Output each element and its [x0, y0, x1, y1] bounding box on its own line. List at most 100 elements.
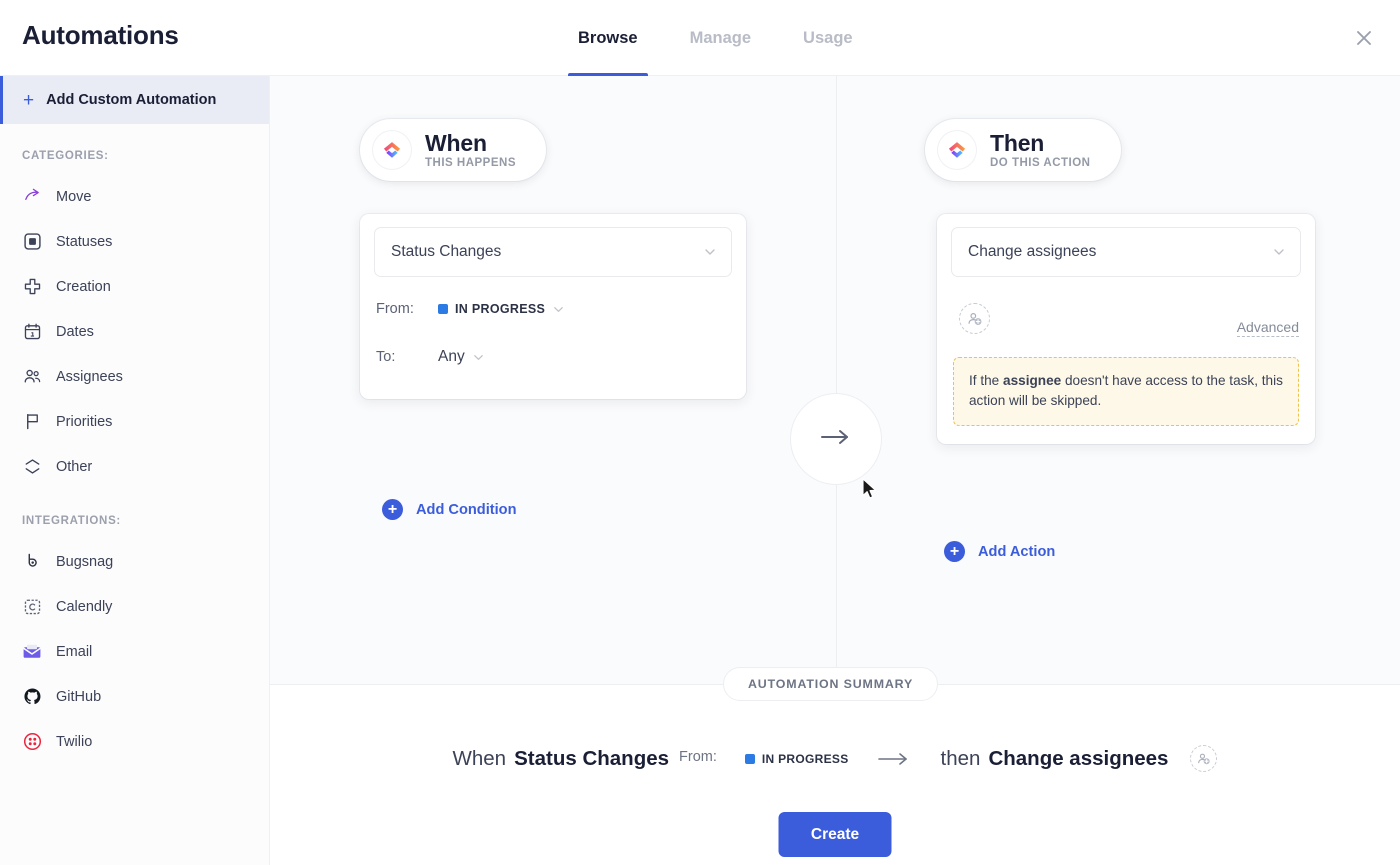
summary-status: IN PROGRESS: [744, 751, 849, 766]
sidebar-item-other-label: Other: [56, 458, 93, 475]
trigger-select-value: Status Changes: [391, 243, 502, 260]
trigger-card: Status Changes From: IN PROGRESS To: Any: [360, 214, 746, 399]
calendar-icon: [22, 322, 42, 342]
chevron-down-icon: [1272, 245, 1286, 259]
assignee-row: Advanced: [953, 285, 1299, 341]
sidebar-item-github[interactable]: GitHub: [0, 674, 269, 719]
sidebar-item-email-label: Email: [56, 643, 93, 660]
summary-sentence: When Status Changes From: IN PROGRESS th…: [270, 745, 1400, 772]
tab-manage-label: Manage: [689, 28, 752, 47]
action-select[interactable]: Change assignees: [951, 227, 1301, 277]
to-status-picker[interactable]: Any: [438, 348, 485, 366]
when-column-header: When THIS HAPPENS: [360, 119, 546, 181]
action-select-value: Change assignees: [968, 243, 1097, 260]
sidebar-item-bugsnag[interactable]: Bugsnag: [0, 539, 269, 584]
from-label: From:: [376, 301, 414, 317]
summary-then-word: then: [940, 746, 981, 770]
sidebar-item-add-custom-automation[interactable]: + Add Custom Automation: [0, 76, 269, 124]
tab-usage[interactable]: Usage: [777, 0, 879, 76]
assignee-access-warning: If the assignee doesn't have access to t…: [953, 357, 1299, 426]
automation-summary-bar: When Status Changes From: IN PROGRESS th…: [270, 685, 1400, 865]
sidebar-item-assignees[interactable]: Assignees: [0, 354, 269, 399]
then-subtitle: DO THIS ACTION: [990, 157, 1091, 170]
plus-icon: +: [23, 89, 35, 111]
status-color-swatch: [438, 304, 448, 314]
status-square-icon: [22, 232, 42, 252]
condition-row-to: To: Any: [376, 333, 730, 381]
sidebar-item-priorities-label: Priorities: [56, 413, 113, 430]
modal-body: + Add Custom Automation CATEGORIES: Move: [0, 76, 1400, 865]
github-icon: [22, 687, 42, 707]
sidebar-item-move[interactable]: Move: [0, 174, 269, 219]
integrations-section-label: INTEGRATIONS:: [22, 515, 121, 527]
then-column-header: Then DO THIS ACTION: [925, 119, 1121, 181]
then-title: Then: [990, 129, 1045, 156]
from-status-picker[interactable]: IN PROGRESS: [438, 302, 565, 316]
sidebar-item-move-label: Move: [56, 188, 92, 205]
summary-when-word: When: [452, 746, 507, 770]
then-header-text: Then DO THIS ACTION: [990, 129, 1091, 170]
clickup-logo-icon: [373, 131, 411, 169]
when-title: When: [425, 129, 487, 156]
add-condition-button[interactable]: + Add Condition: [382, 499, 517, 520]
chevron-down-icon: [472, 351, 485, 364]
action-card: Change assignees Advanced If the assigne…: [937, 214, 1315, 444]
flag-icon: [22, 412, 42, 432]
summary-trigger: Status Changes: [514, 746, 670, 770]
sidebar-item-calendly[interactable]: Calendly: [0, 584, 269, 629]
people-icon: [22, 367, 42, 387]
close-icon[interactable]: [1344, 18, 1384, 58]
tab-bar: Browse Manage Usage: [552, 0, 879, 76]
chevron-down-icon: [552, 303, 565, 316]
add-condition-label: Add Condition: [416, 501, 517, 518]
sidebar-item-priorities[interactable]: Priorities: [0, 399, 269, 444]
sidebar-item-dates[interactable]: Dates: [0, 309, 269, 354]
warning-prefix: If the: [969, 373, 1004, 388]
tab-browse[interactable]: Browse: [552, 0, 664, 76]
sidebar-item-statuses[interactable]: Statuses: [0, 219, 269, 264]
tab-manage[interactable]: Manage: [664, 0, 777, 76]
to-label: To:: [376, 349, 396, 365]
summary-action: Change assignees: [988, 746, 1169, 770]
twilio-icon: [22, 732, 42, 752]
when-header-text: When THIS HAPPENS: [425, 129, 516, 170]
chevron-down-icon: [703, 245, 717, 259]
add-action-label: Add Action: [978, 543, 1056, 560]
advanced-link[interactable]: Advanced: [1236, 319, 1299, 337]
plus-circle-icon: +: [944, 541, 965, 562]
sidebar-item-twilio[interactable]: Twilio: [0, 719, 269, 764]
sidebar-item-creation-label: Creation: [56, 278, 111, 295]
summary-from-label: From:: [679, 749, 717, 765]
sidebar-item-twilio-label: Twilio: [56, 733, 93, 750]
clickup-logo-icon: [938, 131, 976, 169]
trigger-select[interactable]: Status Changes: [374, 227, 732, 277]
add-person-icon[interactable]: [959, 303, 990, 334]
plus-cross-icon: [22, 277, 42, 297]
sidebar-item-dates-label: Dates: [56, 323, 94, 340]
sidebar-item-statuses-label: Statuses: [56, 233, 113, 250]
automations-modal: Automations Browse Manage Usage + Add Cu…: [0, 0, 1400, 865]
sidebar-item-assignees-label: Assignees: [56, 368, 123, 385]
when-subtitle: THIS HAPPENS: [425, 157, 516, 170]
plus-circle-icon: +: [382, 499, 403, 520]
add-action-button[interactable]: + Add Action: [944, 541, 1055, 562]
sidebar-item-email[interactable]: Email: [0, 629, 269, 674]
create-button[interactable]: Create: [778, 812, 892, 857]
move-arrow-icon: [22, 187, 42, 207]
bugsnag-icon: [22, 552, 42, 572]
page-title: Automations: [22, 20, 179, 50]
summary-status-value: IN PROGRESS: [761, 751, 849, 766]
sidebar-item-creation[interactable]: Creation: [0, 264, 269, 309]
sidebar-item-github-label: GitHub: [56, 688, 102, 705]
sidebar-item-other[interactable]: Other: [0, 444, 269, 489]
automation-summary-badge: AUTOMATION SUMMARY: [723, 667, 939, 701]
sidebar: + Add Custom Automation CATEGORIES: Move: [0, 76, 270, 865]
warning-bold-term: assignee: [1003, 373, 1062, 388]
trigger-conditions: From: IN PROGRESS To: Any: [360, 277, 746, 399]
sidebar-item-bugsnag-label: Bugsnag: [56, 553, 114, 570]
tab-usage-label: Usage: [803, 28, 853, 47]
sidebar-item-calendly-label: Calendly: [56, 598, 113, 615]
calendly-icon: [22, 597, 42, 617]
action-config: Advanced If the assignee doesn't have ac…: [937, 277, 1315, 444]
from-status-value: IN PROGRESS: [455, 302, 546, 316]
